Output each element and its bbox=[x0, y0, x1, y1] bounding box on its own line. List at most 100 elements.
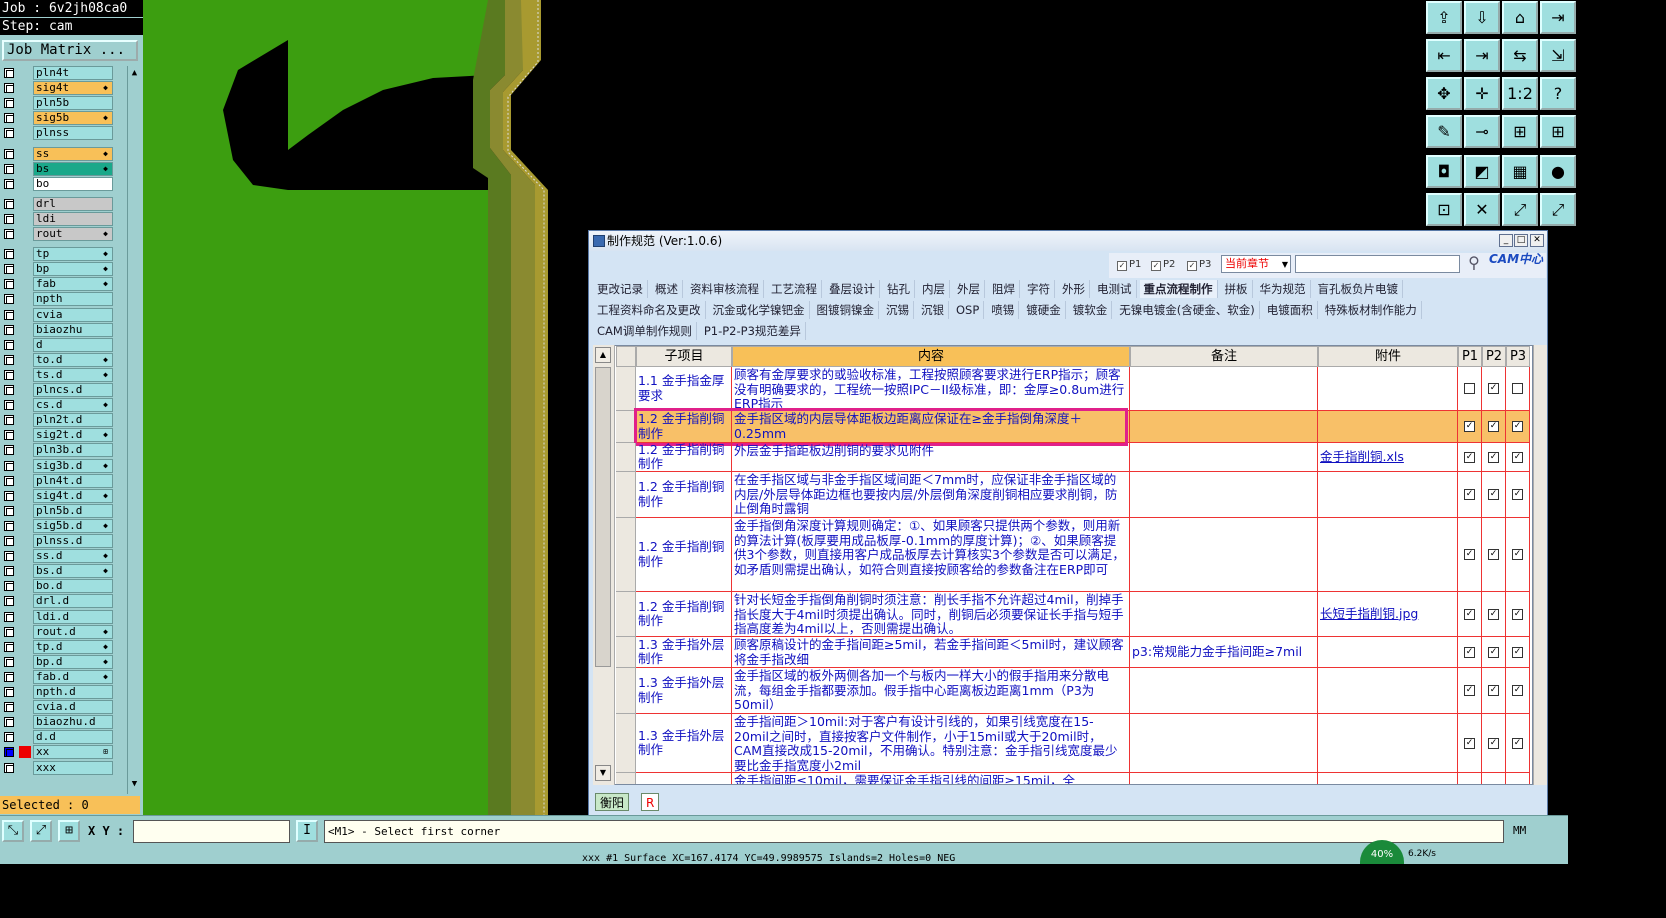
p2-checkbox[interactable]: ✓ bbox=[1488, 489, 1499, 500]
layer-row[interactable]: xxx bbox=[0, 760, 120, 775]
grid-icon[interactable]: ⊞ bbox=[58, 820, 80, 842]
layer-row[interactable]: pln4t.d bbox=[0, 473, 120, 488]
p1-checkbox[interactable]: ✓ bbox=[1464, 489, 1475, 500]
layer-name[interactable]: pln5b.d bbox=[33, 503, 113, 518]
p3-checkbox[interactable] bbox=[1512, 383, 1523, 394]
row-selector[interactable] bbox=[616, 592, 636, 637]
layer-checkbox[interactable] bbox=[4, 490, 14, 501]
zoom-home-icon[interactable]: ⇤ bbox=[1426, 39, 1462, 72]
layer-row[interactable]: d.d bbox=[0, 730, 120, 745]
zoom-in-icon[interactable]: ⇥ bbox=[1464, 39, 1500, 72]
tab-item[interactable]: 更改记录 bbox=[593, 280, 648, 298]
layer-row[interactable]: tp ◆ bbox=[0, 247, 120, 262]
layer-name[interactable]: pln4t.d bbox=[33, 473, 113, 488]
tab-item[interactable]: 盲孔板负片电镀 bbox=[1314, 280, 1403, 298]
center-icon[interactable]: ✛ bbox=[1464, 77, 1500, 110]
layer-name[interactable]: bp.d ◆ bbox=[33, 654, 113, 669]
layer-name[interactable]: fab.d ◆ bbox=[33, 669, 113, 684]
table-scrollbar[interactable]: ▲ ▼ bbox=[593, 345, 615, 785]
search-input[interactable] bbox=[1295, 255, 1460, 273]
tab-item[interactable]: 资料审核流程 bbox=[686, 280, 764, 298]
layer-row[interactable]: npth.d bbox=[0, 685, 120, 699]
layer-row[interactable]: npth bbox=[0, 292, 120, 307]
p1-checkbox[interactable]: ✓ bbox=[1464, 452, 1475, 463]
layer-checkbox[interactable] bbox=[4, 445, 14, 456]
p2-checkbox[interactable]: ✓ bbox=[1488, 452, 1499, 463]
layer-name[interactable]: biaozhu.d bbox=[33, 715, 113, 730]
tab-item[interactable]: 重点流程制作 bbox=[1139, 280, 1218, 298]
p2-checkbox[interactable]: ✓ bbox=[1488, 549, 1499, 560]
layer-checkbox[interactable] bbox=[4, 520, 14, 531]
arrow-up-box-icon[interactable]: ⇪ bbox=[1426, 1, 1462, 34]
table-header-col-subitem[interactable]: 子项目 bbox=[636, 346, 732, 367]
layer-checkbox[interactable] bbox=[4, 717, 14, 728]
layer-name[interactable]: bo.d bbox=[33, 579, 113, 594]
layer-name[interactable]: tp.d ◆ bbox=[33, 639, 113, 654]
layer-row[interactable]: pln5b.d bbox=[0, 503, 120, 518]
layer-name[interactable]: plnss bbox=[33, 126, 113, 141]
layer-checkbox[interactable] bbox=[4, 148, 14, 159]
measure-icon[interactable]: ⤢ bbox=[30, 820, 52, 842]
layer-name[interactable]: bo bbox=[33, 176, 113, 191]
layer-row[interactable]: biaozhu bbox=[0, 322, 120, 337]
filter-p3[interactable]: ✓ P3 bbox=[1187, 258, 1211, 272]
filter-p2[interactable]: ✓ P2 bbox=[1151, 258, 1175, 272]
p2-checkbox[interactable]: ✓ bbox=[1488, 738, 1499, 749]
p3-checkbox[interactable]: ✓ bbox=[1512, 489, 1523, 500]
tab-item[interactable]: 沉金或化学镍钯金 bbox=[709, 301, 810, 319]
layer-checkbox[interactable] bbox=[4, 460, 14, 471]
layer-checkbox[interactable] bbox=[4, 415, 14, 426]
route-icon[interactable]: ⤢ bbox=[1502, 193, 1538, 226]
layer-checkbox[interactable] bbox=[4, 687, 14, 697]
cursor-icon[interactable]: I bbox=[296, 820, 318, 842]
row-selector[interactable] bbox=[616, 637, 636, 668]
connect-icon[interactable]: ⊡ bbox=[1426, 193, 1462, 226]
layer-row[interactable]: ts.d ◆ bbox=[0, 367, 120, 382]
export-icon[interactable]: ⇥ bbox=[1540, 1, 1576, 34]
layer-checkbox[interactable] bbox=[4, 536, 14, 546]
table-right-scrollbar[interactable] bbox=[1533, 345, 1547, 785]
table-header-col-attachment[interactable]: 附件 bbox=[1318, 346, 1458, 367]
layer-row[interactable]: sig3b.d ◆ bbox=[0, 458, 120, 473]
layer-row[interactable]: sig2t.d ◆ bbox=[0, 428, 120, 443]
select-icon[interactable]: ◘ bbox=[1426, 155, 1462, 188]
row-selector[interactable] bbox=[616, 714, 636, 773]
help-icon[interactable]: ? bbox=[1540, 77, 1576, 110]
layer-row[interactable]: bo bbox=[0, 176, 120, 191]
tab-item[interactable]: 工艺流程 bbox=[767, 280, 822, 298]
layer-checkbox[interactable] bbox=[4, 551, 14, 562]
layer-row[interactable]: sig4t.d ◆ bbox=[0, 488, 120, 503]
layer-row[interactable]: sig5b ◆ bbox=[0, 111, 120, 126]
units-label[interactable]: MM bbox=[1505, 820, 1565, 843]
layer-name[interactable]: pln3b.d bbox=[33, 443, 113, 458]
layer-checkbox[interactable] bbox=[4, 213, 14, 224]
layer-row[interactable]: ldi.d bbox=[0, 609, 120, 624]
minimize-icon[interactable]: _ bbox=[1499, 234, 1513, 247]
row-selector[interactable] bbox=[616, 367, 636, 411]
layer-checkbox[interactable] bbox=[4, 178, 14, 189]
layer-name[interactable]: npth bbox=[33, 292, 113, 307]
layer-row[interactable]: rout.d ◆ bbox=[0, 624, 120, 639]
layer-checkbox[interactable] bbox=[4, 339, 14, 350]
table-header-col-p1[interactable]: P1 bbox=[1458, 346, 1482, 367]
scroll-up-icon[interactable]: ▲ bbox=[595, 347, 611, 363]
layer-checkbox[interactable] bbox=[4, 400, 14, 411]
layer-row[interactable]: cvia bbox=[0, 307, 120, 322]
layer-row[interactable]: plnss bbox=[0, 126, 120, 141]
tab-item[interactable]: 镀硬金 bbox=[1022, 301, 1066, 319]
layer-checkbox[interactable] bbox=[4, 309, 14, 320]
layer-row[interactable]: bs.d ◆ bbox=[0, 564, 120, 579]
tab-item[interactable]: 叠层设计 bbox=[825, 280, 880, 298]
layer-checkbox[interactable] bbox=[4, 611, 14, 622]
layer-checkbox[interactable] bbox=[4, 505, 14, 516]
p1-checkbox[interactable]: ✓ bbox=[1464, 685, 1475, 696]
layer-name[interactable]: sig4t.d ◆ bbox=[33, 488, 113, 503]
maximize-icon[interactable]: □ bbox=[1514, 234, 1528, 247]
tab-item[interactable]: OSP bbox=[952, 301, 985, 319]
layer-name[interactable]: pln5b bbox=[33, 96, 113, 111]
tab-item[interactable]: 工程资料命名及更改 bbox=[593, 301, 706, 319]
layer-row[interactable]: fab ◆ bbox=[0, 277, 120, 292]
net-icon[interactable]: ⤢ bbox=[1540, 193, 1576, 226]
layer-row[interactable]: drl bbox=[0, 196, 120, 211]
measure-icon[interactable]: ✎ bbox=[1426, 115, 1462, 148]
